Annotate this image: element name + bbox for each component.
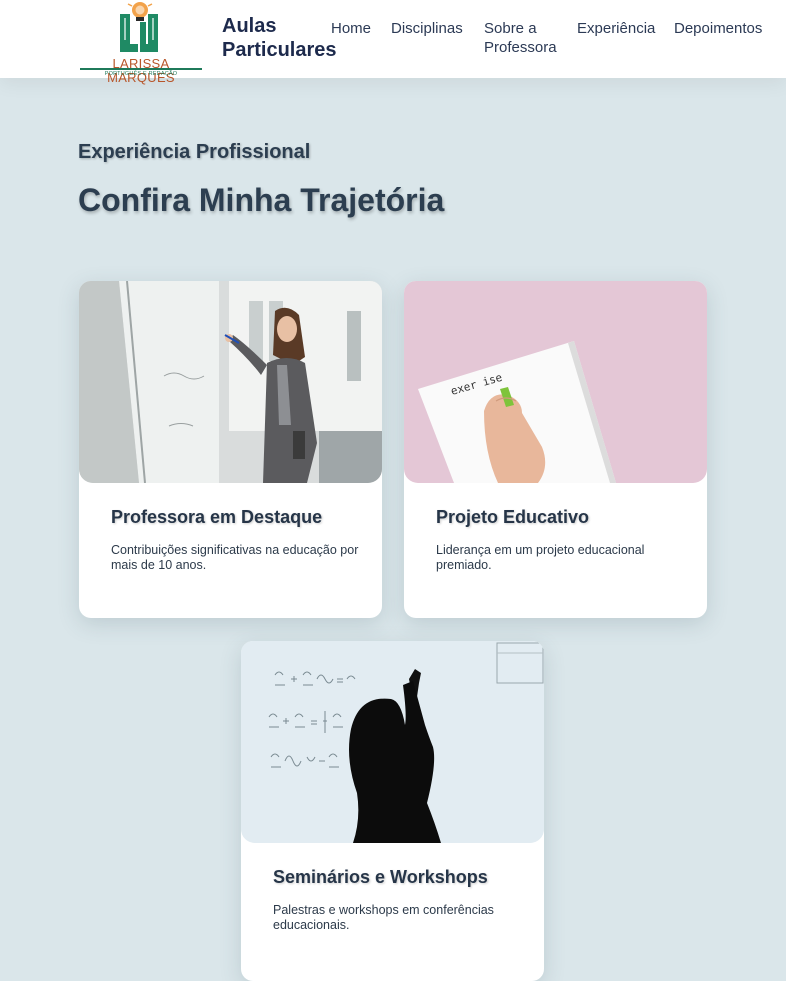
nav-depoimentos[interactable]: Depoimentos bbox=[674, 19, 762, 38]
card-title: Professora em Destaque bbox=[111, 507, 323, 527]
section-kicker: Experiência Profissional bbox=[78, 141, 311, 163]
logo-subtitle: PORTUGUÊS E REDAÇÃO bbox=[104, 71, 178, 77]
card-image: exer ise bbox=[404, 281, 707, 483]
card-image bbox=[241, 641, 544, 843]
card-description: Liderança em um projeto educacional prem… bbox=[436, 543, 645, 572]
card-description: Palestras e workshops em conferências ed… bbox=[273, 903, 494, 932]
card-title: Seminários e Workshops bbox=[273, 867, 488, 887]
site-logo[interactable]: LARISSA MARQUES PORTUGUÊS E REDAÇÃO bbox=[78, 0, 206, 85]
teacher-writing-on-whiteboard-photo-icon bbox=[79, 281, 382, 483]
brand-title: Aulas Particulares bbox=[222, 15, 337, 61]
silhouette-at-equation-board-photo-icon bbox=[241, 641, 544, 843]
lightbulb-monogram-logo-icon bbox=[120, 2, 158, 52]
section-title: Confira Minha Trajetória bbox=[78, 182, 445, 218]
site-header: LARISSA MARQUES PORTUGUÊS E REDAÇÃO Aula… bbox=[0, 0, 786, 85]
card-description: Contribuições significativas na educação… bbox=[111, 543, 359, 572]
nav-sobre-professora[interactable]: Sobre a Professora bbox=[484, 19, 564, 57]
hand-writing-exercise-notebook-photo-icon: exer ise bbox=[404, 281, 707, 483]
logo-divider bbox=[80, 68, 202, 70]
nav-home[interactable]: Home bbox=[331, 19, 371, 38]
experience-card[interactable]: exer ise Projeto Educativo Liderança em … bbox=[404, 281, 707, 618]
nav-experiencia[interactable]: Experiência bbox=[577, 19, 655, 38]
card-image bbox=[79, 281, 382, 483]
experience-card[interactable]: Professora em Destaque Contribuições sig… bbox=[79, 281, 382, 618]
nav-disciplinas[interactable]: Disciplinas bbox=[391, 19, 463, 38]
card-title: Projeto Educativo bbox=[436, 507, 590, 527]
experience-card[interactable]: Seminários e Workshops Palestras e works… bbox=[241, 641, 544, 981]
